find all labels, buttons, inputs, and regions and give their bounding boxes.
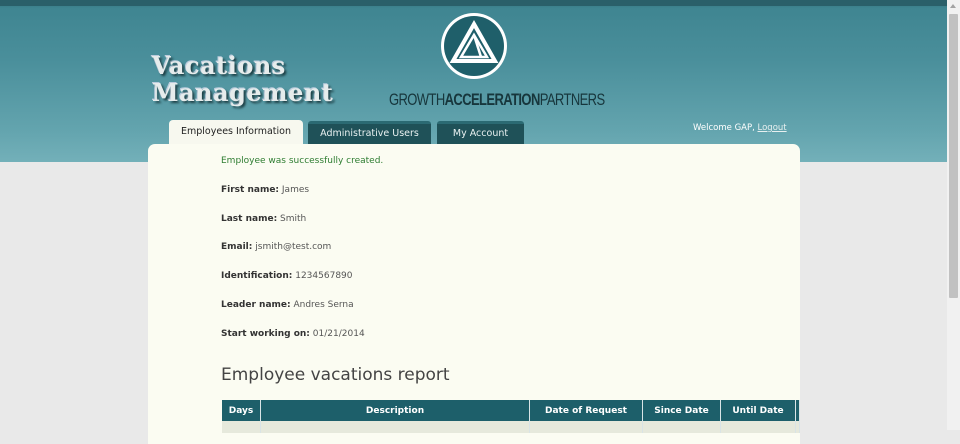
- company-name-part3: PARTNERS: [539, 90, 605, 109]
- app-title-line2: Management: [152, 78, 334, 107]
- report-title: Employee vacations report: [221, 365, 450, 385]
- vacations-report-table: Days Description Date of Request Since D…: [222, 400, 800, 433]
- table-cell: [222, 421, 261, 433]
- last-name-value: Smith: [280, 214, 307, 224]
- company-name-part1: GROWTH: [389, 90, 445, 109]
- app-title: Vacations Management: [152, 52, 352, 106]
- table-cell: [642, 421, 721, 433]
- identification-row: Identification: 1234567890: [221, 271, 353, 281]
- logout-link[interactable]: Logout: [758, 123, 787, 133]
- table-header-row: Days Description Date of Request Since D…: [222, 400, 800, 421]
- first-name-row: First name: James: [221, 185, 309, 195]
- email-label: Email:: [221, 242, 253, 252]
- success-message: Employee was successfully created.: [221, 156, 384, 166]
- welcome-area: Welcome GAP, Logout: [693, 123, 787, 133]
- welcome-text: Welcome GAP,: [693, 123, 755, 133]
- column-header-days[interactable]: Days: [222, 400, 261, 421]
- column-header-extra: [795, 400, 800, 421]
- leader-label: Leader name:: [221, 300, 291, 310]
- tab-my-account[interactable]: My Account: [437, 121, 524, 146]
- start-date-value: 01/21/2014: [312, 329, 365, 339]
- table-cell: [795, 421, 800, 433]
- header-top-line: [0, 0, 947, 6]
- table-cell: [260, 421, 530, 433]
- scroll-up-arrow-icon[interactable]: [950, 4, 956, 8]
- tab-employees-information[interactable]: Employees Information: [169, 120, 303, 144]
- email-row: Email: jsmith@test.com: [221, 242, 331, 252]
- leader-row: Leader name: Andres Serna: [221, 300, 354, 310]
- table-row: [222, 421, 800, 433]
- table-cell: [720, 421, 796, 433]
- last-name-label: Last name:: [221, 214, 278, 224]
- app-title-line1: Vacations: [152, 51, 286, 80]
- column-header-until-date[interactable]: Until Date: [720, 400, 796, 421]
- start-date-label: Start working on:: [221, 329, 310, 339]
- first-name-label: First name:: [221, 185, 280, 195]
- column-header-description[interactable]: Description: [260, 400, 530, 421]
- tab-administrative-users[interactable]: Administrative Users: [308, 121, 431, 146]
- vertical-scrollbar[interactable]: [947, 0, 960, 430]
- triangle-logo-icon: [441, 13, 507, 79]
- identification-label: Identification:: [221, 271, 293, 281]
- table-cell: [529, 421, 643, 433]
- start-date-row: Start working on: 01/21/2014: [221, 329, 365, 339]
- column-header-since-date[interactable]: Since Date: [642, 400, 721, 421]
- first-name-value: James: [281, 185, 310, 195]
- identification-value: 1234567890: [295, 271, 353, 281]
- scroll-thumb[interactable]: [949, 14, 958, 298]
- email-value: jsmith@test.com: [255, 242, 332, 252]
- company-name-part2: ACCELERATION: [444, 90, 541, 109]
- leader-value: Andres Serna: [293, 300, 354, 310]
- company-name: GROWTHACCELERATIONPARTNERS: [389, 90, 605, 109]
- column-header-date-of-request[interactable]: Date of Request: [529, 400, 643, 421]
- last-name-row: Last name: Smith: [221, 214, 306, 224]
